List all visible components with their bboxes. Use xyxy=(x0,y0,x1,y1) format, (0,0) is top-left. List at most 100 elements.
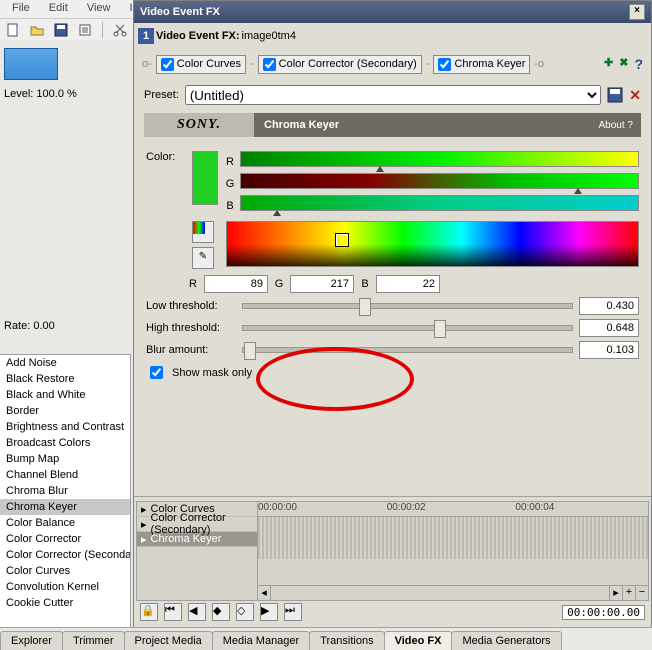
about-link[interactable]: About ? xyxy=(591,113,641,137)
timeline-track[interactable]: ▸Color Corrector (Secondary) xyxy=(137,517,257,532)
next-key-icon[interactable]: ▶ xyxy=(260,603,278,621)
g-slider[interactable] xyxy=(240,173,639,189)
menu-edit[interactable]: Edit xyxy=(41,0,76,16)
properties-icon[interactable] xyxy=(76,21,94,39)
open-icon[interactable] xyxy=(28,21,46,39)
color-spectrum[interactable] xyxy=(226,221,639,267)
fx-list-item[interactable]: Bump Map xyxy=(0,451,130,467)
b-field[interactable] xyxy=(376,275,440,293)
fx-list-item[interactable]: Color Corrector (Secondary) xyxy=(0,547,130,563)
timeline-ruler[interactable]: 00:00:00 00:00:02 00:00:04 xyxy=(258,502,648,517)
chain-enable-checkbox[interactable] xyxy=(161,58,174,71)
b-slider[interactable] xyxy=(240,195,639,211)
chain-media: image0tm4 xyxy=(242,30,296,42)
delete-preset-icon[interactable]: ✕ xyxy=(629,87,641,104)
fx-list-item[interactable]: Chroma Blur xyxy=(0,483,130,499)
fx-list-item[interactable]: Black Restore xyxy=(0,371,130,387)
add-key-icon[interactable]: ◆ xyxy=(212,603,230,621)
bottom-tab[interactable]: Transitions xyxy=(309,631,384,650)
menu-view[interactable]: View xyxy=(79,0,119,16)
r-field[interactable] xyxy=(204,275,268,293)
preset-label: Preset: xyxy=(144,89,179,101)
cut-icon[interactable] xyxy=(111,21,129,39)
color-label: Color: xyxy=(146,151,186,163)
preview-panel: Level: 100.0 % xyxy=(0,40,130,125)
window-titlebar[interactable]: Video Event FX × xyxy=(134,1,651,23)
video-event-fx-window: Video Event FX × 1 Video Event FX: image… xyxy=(133,0,652,628)
slider-label: Blur amount: xyxy=(146,344,236,356)
chain-tab-chroma-keyer[interactable]: Chroma Keyer xyxy=(433,55,530,74)
chain-tab-color-corrector-secondary[interactable]: Color Corrector (Secondary) xyxy=(258,55,422,74)
save-preset-icon[interactable] xyxy=(607,87,623,103)
show-mask-checkbox[interactable] xyxy=(150,366,163,379)
scroll-right-icon[interactable]: ▸ xyxy=(609,586,622,600)
prev-key-icon[interactable]: ◀ xyxy=(188,603,206,621)
b-label: B xyxy=(224,200,236,212)
first-key-icon[interactable]: ⏮ xyxy=(164,603,182,621)
fx-list-item[interactable]: Broadcast Colors xyxy=(0,435,130,451)
fx-list-item[interactable]: Add Noise xyxy=(0,355,130,371)
eyedropper-icon[interactable]: ✎ xyxy=(192,247,214,269)
chain-label: Video Event FX: xyxy=(156,30,240,42)
preset-row: Preset: (Untitled) ✕ xyxy=(134,79,651,111)
chain-enable-checkbox[interactable] xyxy=(263,58,276,71)
bottom-tab[interactable]: Media Generators xyxy=(451,631,561,650)
slider-value[interactable] xyxy=(579,297,639,315)
chain-index: 1 xyxy=(138,28,154,44)
fx-chain-header: 1 Video Event FX: image0tm4 xyxy=(134,23,651,49)
r-field-label: R xyxy=(186,278,200,290)
bottom-tab[interactable]: Media Manager xyxy=(212,631,310,650)
fx-list-item[interactable]: Cookie Cutter xyxy=(0,595,130,611)
fx-list-item[interactable]: Convolution Kernel xyxy=(0,579,130,595)
keyframe-timeline: ▸Color Curves ▸Color Corrector (Secondar… xyxy=(134,496,651,627)
window-title: Video Event FX xyxy=(140,6,220,18)
lock-icon[interactable]: 🔒 xyxy=(140,603,158,621)
chain-remove-icon[interactable]: ✖ xyxy=(619,56,628,72)
slider-label: High threshold: xyxy=(146,322,236,334)
fx-list-item[interactable]: Channel Blend xyxy=(0,467,130,483)
slider-value[interactable] xyxy=(579,341,639,359)
timeline-tracks-area[interactable] xyxy=(258,517,648,559)
plugin-name: Chroma Keyer xyxy=(254,113,591,137)
zoom-out-icon[interactable]: − xyxy=(635,586,648,600)
fx-list-item[interactable]: Border xyxy=(0,403,130,419)
chain-add-icon[interactable]: ✚ xyxy=(604,56,613,72)
fx-list-item[interactable]: Brightness and Contrast xyxy=(0,419,130,435)
last-key-icon[interactable]: ⏭ xyxy=(284,603,302,621)
timeline-track-list: ▸Color Curves ▸Color Corrector (Secondar… xyxy=(136,501,258,601)
g-field-label: G xyxy=(272,278,286,290)
level-label: Level: 100.0 % xyxy=(4,88,126,100)
save-icon[interactable] xyxy=(52,21,70,39)
zoom-in-icon[interactable]: + xyxy=(622,586,635,600)
slider[interactable] xyxy=(242,347,573,353)
timecode[interactable]: 00:00:00.00 xyxy=(562,605,645,620)
bottom-tab[interactable]: Project Media xyxy=(124,631,213,650)
slider[interactable] xyxy=(242,303,573,309)
fx-list[interactable]: Add NoiseBlack RestoreBlack and WhiteBor… xyxy=(0,354,131,628)
preset-select[interactable]: (Untitled) xyxy=(185,85,601,105)
color-swatch xyxy=(192,151,218,205)
level-thumbnail[interactable] xyxy=(4,48,58,80)
del-key-icon[interactable]: ◇ xyxy=(236,603,254,621)
slider-value[interactable] xyxy=(579,319,639,337)
bottom-tab[interactable]: Explorer xyxy=(0,631,63,650)
bottom-tab[interactable]: Trimmer xyxy=(62,631,125,650)
fx-list-item[interactable]: Color Corrector xyxy=(0,531,130,547)
bottom-tab[interactable]: Video FX xyxy=(384,631,453,650)
color-picker-icon[interactable] xyxy=(192,221,214,243)
chain-tab-color-curves[interactable]: Color Curves xyxy=(156,55,246,74)
fx-list-item[interactable]: Black and White xyxy=(0,387,130,403)
r-slider[interactable] xyxy=(240,151,639,167)
fx-list-item[interactable]: Color Balance xyxy=(0,515,130,531)
chain-enable-checkbox[interactable] xyxy=(438,58,451,71)
close-icon[interactable]: × xyxy=(629,4,645,20)
fx-list-item[interactable]: Color Curves xyxy=(0,563,130,579)
g-field[interactable] xyxy=(290,275,354,293)
fx-list-item[interactable]: Chroma Keyer xyxy=(0,499,130,515)
scroll-left-icon[interactable]: ◂ xyxy=(258,586,271,600)
slider[interactable] xyxy=(242,325,573,331)
menu-file[interactable]: File xyxy=(4,0,38,16)
help-icon[interactable]: ? xyxy=(634,56,643,72)
new-icon[interactable] xyxy=(4,21,22,39)
slider-label: Low threshold: xyxy=(146,300,236,312)
